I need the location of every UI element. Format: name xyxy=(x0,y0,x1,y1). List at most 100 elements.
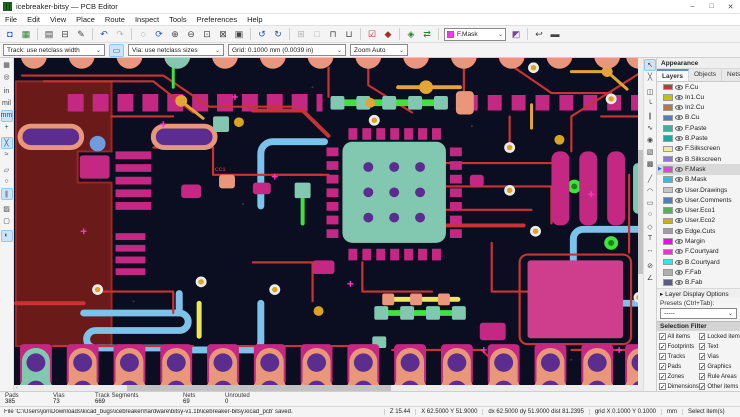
checkbox[interactable] xyxy=(659,343,666,350)
checkbox[interactable] xyxy=(659,373,666,380)
zoom-out-button[interactable]: ⊖ xyxy=(184,27,198,41)
route-tracks-button[interactable]: ╰ xyxy=(644,98,656,110)
add-via-button[interactable]: ◉ xyxy=(644,134,656,146)
layer-color-swatch[interactable] xyxy=(663,238,673,245)
select-tool-button[interactable]: ↖ xyxy=(644,59,656,71)
close-button[interactable]: ✕ xyxy=(721,0,740,13)
zoom-fit-button[interactable]: ⊡ xyxy=(200,27,214,41)
footprint-editor-button[interactable]: ◈ xyxy=(404,27,418,41)
ungroup-button[interactable]: □ xyxy=(310,27,324,41)
scroll-left-arrow[interactable]: ‹ xyxy=(14,385,20,391)
layer-color-swatch[interactable] xyxy=(663,217,673,225)
checkbox[interactable] xyxy=(659,353,666,360)
layer-row-user-comments[interactable]: User.Comments xyxy=(657,195,740,205)
via-size-dropdown[interactable]: Via: use netclass sizes ⌄ xyxy=(128,44,224,56)
delete-items-button[interactable]: ⊘ xyxy=(644,260,656,272)
layer-row-f-mask[interactable]: ▶ F.Mask xyxy=(657,164,740,175)
add-arc-button[interactable]: ◠ xyxy=(644,185,656,197)
local-ratsnest-button[interactable]: ╳ xyxy=(644,71,656,83)
layer-row-b-mask[interactable]: B.Mask xyxy=(657,175,740,185)
checkbox[interactable] xyxy=(698,353,706,360)
layer-row-user-eco1[interactable]: User.Eco1 xyxy=(657,205,740,215)
layer-row-f-courtyard[interactable]: F.Courtyard xyxy=(657,247,740,257)
layer-color-swatch[interactable] xyxy=(663,135,673,142)
filter-text[interactable]: Text xyxy=(698,342,740,351)
rotate-cw-button[interactable]: ↻ xyxy=(271,27,285,41)
visibility-eye-icon[interactable] xyxy=(675,136,683,142)
curved-ratsnest-button[interactable]: ≈ xyxy=(1,149,13,161)
canvas-vertical-scrollbar[interactable] xyxy=(638,58,643,385)
visibility-eye-icon[interactable] xyxy=(675,218,683,224)
filter-graphics[interactable]: Graphics xyxy=(698,362,740,371)
filter-other-items[interactable]: Other items xyxy=(698,382,740,391)
layer-row-user-eco2[interactable]: User.Eco2 xyxy=(657,216,740,226)
flip-board-view-button[interactable]: ↩ xyxy=(532,27,546,41)
layer-color-swatch[interactable] xyxy=(663,94,673,101)
layer-display-options[interactable]: ▸ Layer Display Options xyxy=(657,287,740,299)
visibility-eye-icon[interactable] xyxy=(675,208,683,214)
layer-row-b-cu[interactable]: B.Cu xyxy=(657,113,740,123)
tune-track-length-button[interactable]: ∿ xyxy=(644,122,656,134)
filter-dimensions[interactable]: Dimensions xyxy=(659,382,699,391)
add-filled-zone-button[interactable]: ▧ xyxy=(644,146,656,158)
checkbox[interactable] xyxy=(698,373,706,380)
checkbox[interactable] xyxy=(659,383,666,390)
maximize-button[interactable]: □ xyxy=(702,0,721,13)
swap-layer-pair-button[interactable]: ◩ xyxy=(509,27,523,41)
visibility-eye-icon[interactable] xyxy=(675,115,683,121)
layer-row-b-courtyard[interactable]: B.Courtyard xyxy=(657,257,740,267)
grid-dropdown[interactable]: Grid: 0.1000 mm (0.0039 in) ⌄ xyxy=(228,44,346,56)
unlock-button[interactable]: ⊔ xyxy=(342,27,356,41)
visibility-eye-icon[interactable] xyxy=(675,94,683,100)
crosshair-cursor-button[interactable]: + xyxy=(1,122,13,134)
add-circle-button[interactable]: ○ xyxy=(644,209,656,221)
layer-color-swatch[interactable] xyxy=(663,114,673,122)
tab-nets[interactable]: Nets xyxy=(722,69,740,80)
page-settings-button[interactable]: ▤ xyxy=(42,27,56,41)
refresh-button[interactable]: ⟳ xyxy=(152,27,166,41)
print-button[interactable]: ⊟ xyxy=(58,27,72,41)
zoom-in-button[interactable]: ⊕ xyxy=(168,27,182,41)
layer-row-f-silkscreen[interactable]: F.Silkscreen xyxy=(657,144,740,154)
visibility-eye-icon[interactable] xyxy=(675,228,683,234)
visibility-eye-icon[interactable] xyxy=(675,269,683,275)
menu-inspect[interactable]: Inspect xyxy=(130,15,164,24)
tab-layers[interactable]: Layers xyxy=(657,69,689,81)
scripting-console-button[interactable]: ▬ xyxy=(548,27,562,41)
layer-row-f-cu[interactable]: F.Cu xyxy=(657,82,740,92)
checkbox[interactable] xyxy=(659,333,666,340)
layer-row-b-paste[interactable]: B.Paste xyxy=(657,133,740,143)
layer-row-in2-cu[interactable]: In2.Cu xyxy=(657,103,740,113)
layer-color-swatch[interactable] xyxy=(663,197,673,204)
visibility-eye-icon[interactable] xyxy=(675,197,683,203)
checkbox[interactable] xyxy=(698,343,706,350)
layer-color-swatch[interactable] xyxy=(663,176,673,183)
layer-color-swatch[interactable] xyxy=(663,207,673,214)
visibility-eye-icon[interactable] xyxy=(675,239,683,245)
units-inches-button[interactable]: in xyxy=(1,86,13,98)
layer-color-swatch[interactable] xyxy=(663,104,673,111)
menu-route[interactable]: Route xyxy=(100,15,130,24)
units-mils-button[interactable]: mil xyxy=(1,98,13,110)
zoom-objects-button[interactable]: ▣ xyxy=(232,27,246,41)
sketch-tracks-button[interactable]: ∥ xyxy=(0,188,13,200)
board-setup-button[interactable]: ▦ xyxy=(19,27,33,41)
zone-display-outline-button[interactable]: ▢ xyxy=(1,215,13,227)
menu-tools[interactable]: Tools xyxy=(164,15,192,24)
visibility-eye-icon[interactable] xyxy=(675,156,683,162)
track-width-dropdown[interactable]: Track: use netclass width ⌄ xyxy=(3,44,105,56)
show-ratsnest-button[interactable]: ╳ xyxy=(0,137,13,149)
menu-place[interactable]: Place xyxy=(71,15,100,24)
route-differential-pair-button[interactable]: ∥ xyxy=(644,110,656,122)
filter-zones[interactable]: Zones xyxy=(659,372,699,381)
add-rectangle-button[interactable]: ▭ xyxy=(644,197,656,209)
visibility-eye-icon[interactable] xyxy=(675,125,683,131)
layer-row-in1-cu[interactable]: In1.Cu xyxy=(657,92,740,102)
visibility-eye-icon[interactable] xyxy=(675,177,683,183)
pcb-canvas[interactable]: CC1 xyxy=(14,58,643,385)
plot-button[interactable]: ✎ xyxy=(74,27,88,41)
add-rule-area-button[interactable]: ▩ xyxy=(644,158,656,170)
update-footprints-button[interactable]: ⇄ xyxy=(420,27,434,41)
measure-tool-button[interactable]: ∠ xyxy=(644,272,656,284)
layer-row-edge-cuts[interactable]: Edge.Cuts xyxy=(657,226,740,236)
